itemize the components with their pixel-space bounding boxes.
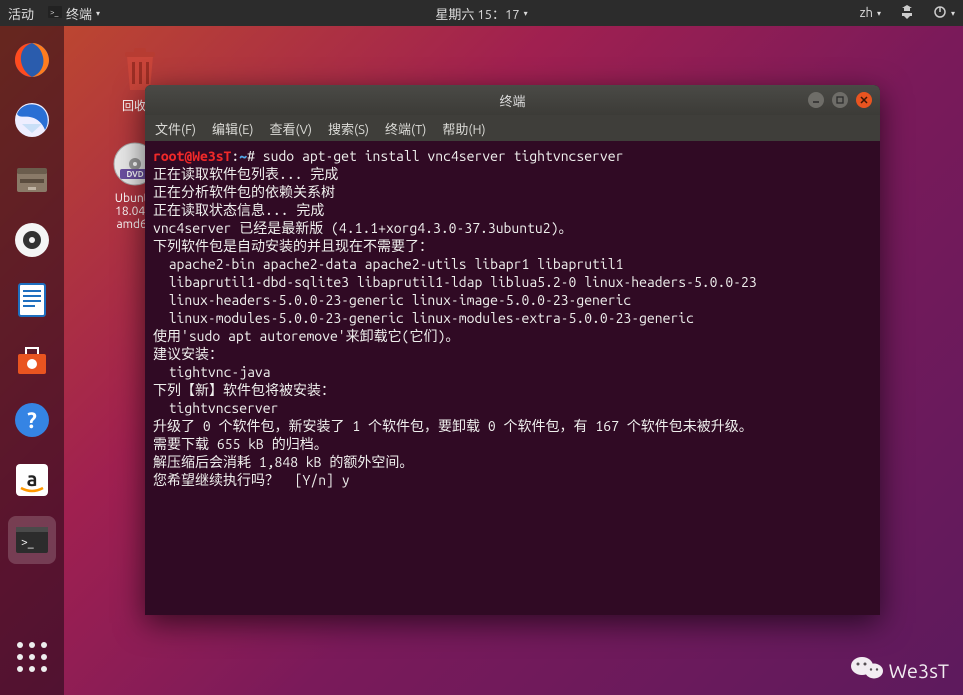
dock-software[interactable] xyxy=(8,336,56,384)
dock-thunderbird[interactable] xyxy=(8,96,56,144)
dock-libreoffice-writer[interactable] xyxy=(8,276,56,324)
dock-files[interactable] xyxy=(8,156,56,204)
titlebar[interactable]: 终端 xyxy=(145,85,880,115)
menu-view[interactable]: 查看(V) xyxy=(270,119,312,138)
terminal-line: 解压缩后会消耗 1,848 kB 的额外空间。 xyxy=(153,453,872,471)
dock-terminal[interactable]: >_ xyxy=(8,516,56,564)
dock-amazon[interactable]: a xyxy=(8,456,56,504)
watermark-text: We3sT xyxy=(889,659,949,682)
terminal-line: 下列【新】软件包将被安装： xyxy=(153,381,872,399)
menu-edit[interactable]: 编辑(E) xyxy=(212,119,253,138)
terminal-small-icon: >_ xyxy=(48,6,62,21)
menu-search[interactable]: 搜索(S) xyxy=(328,119,369,138)
show-applications[interactable] xyxy=(8,633,56,681)
svg-text:?: ? xyxy=(27,408,37,433)
minimize-button[interactable] xyxy=(808,92,824,108)
terminal-line: linux-modules-5.0.0-23-generic linux-mod… xyxy=(153,309,872,327)
clock[interactable]: 星期六 15：17 ▾ xyxy=(435,4,527,23)
input-source[interactable]: zh ▾ xyxy=(860,6,881,20)
system-menu[interactable]: ▾ xyxy=(933,5,955,22)
window-title: 终端 xyxy=(499,91,525,110)
command-text: sudo apt-get install vnc4server tightvnc… xyxy=(263,148,624,164)
terminal-line: tightvnc-java xyxy=(153,363,872,381)
terminal-line: 正在分析软件包的依赖关系树 xyxy=(153,183,872,201)
lang-label: zh xyxy=(860,6,873,20)
svg-text:>_: >_ xyxy=(21,536,34,549)
clock-text: 星期六 15：17 xyxy=(435,4,519,23)
terminal-line: vnc4server 已经是最新版 (4.1.1+xorg4.3.0-37.3u… xyxy=(153,219,872,237)
terminal-line: tightvncserver xyxy=(153,399,872,417)
terminal-line: 使用'sudo apt autoremove'来卸载它(它们)。 xyxy=(153,327,872,345)
terminal-line: libaprutil1-dbd-sqlite3 libaprutil1-ldap… xyxy=(153,273,872,291)
menu-file[interactable]: 文件(F) xyxy=(155,119,196,138)
dock-firefox[interactable] xyxy=(8,36,56,84)
terminal-line: 需要下载 655 kB 的归档。 xyxy=(153,435,872,453)
maximize-button[interactable] xyxy=(832,92,848,108)
svg-text:DVD: DVD xyxy=(126,170,143,179)
terminal-line: 下列软件包是自动安装的并且现在不需要了： xyxy=(153,237,872,255)
terminal-line: 升级了 0 个软件包，新安装了 1 个软件包，要卸载 0 个软件包，有 167 … xyxy=(153,417,872,435)
terminal-line: 正在读取状态信息... 完成 xyxy=(153,201,872,219)
chevron-down-icon: ▾ xyxy=(524,9,528,18)
menu-help[interactable]: 帮助(H) xyxy=(442,119,485,138)
chevron-down-icon: ▾ xyxy=(877,9,881,18)
activities-button[interactable]: 活动 xyxy=(8,4,34,23)
terminal-body[interactable]: root@We3sT:~# sudo apt-get install vnc4s… xyxy=(145,141,880,615)
activities-label: 活动 xyxy=(8,4,34,23)
watermark: We3sT xyxy=(851,655,949,685)
svg-text:a: a xyxy=(27,467,38,490)
menu-terminal[interactable]: 终端(T) xyxy=(385,119,426,138)
app-menu[interactable]: >_ 终端 ▾ xyxy=(48,4,100,23)
chevron-down-icon: ▾ xyxy=(96,9,100,18)
prompt-path: ~ xyxy=(239,148,247,164)
network-indicator[interactable] xyxy=(899,5,915,22)
power-icon xyxy=(933,5,947,22)
terminal-window: 终端 文件(F) 编辑(E) 查看(V) 搜索(S) 终端(T) 帮助(H) r… xyxy=(145,85,880,615)
network-icon xyxy=(899,5,915,22)
prompt-userhost: root@We3sT xyxy=(153,148,231,164)
terminal-line: 正在读取软件包列表... 完成 xyxy=(153,165,872,183)
top-panel: 活动 >_ 终端 ▾ 星期六 15：17 ▾ zh ▾ xyxy=(0,0,963,26)
menubar: 文件(F) 编辑(E) 查看(V) 搜索(S) 终端(T) 帮助(H) xyxy=(145,115,880,141)
terminal-line: linux-headers-5.0.0-23-generic linux-ima… xyxy=(153,291,872,309)
app-menu-label: 终端 xyxy=(66,4,92,23)
svg-text:>_: >_ xyxy=(50,8,59,17)
close-button[interactable] xyxy=(856,92,872,108)
dock-help[interactable]: ? xyxy=(8,396,56,444)
wechat-icon xyxy=(851,655,883,685)
terminal-line: 您希望继续执行吗？ [Y/n] y xyxy=(153,471,872,489)
terminal-line: 建议安装： xyxy=(153,345,872,363)
chevron-down-icon: ▾ xyxy=(951,9,955,18)
dock: ? a >_ xyxy=(0,26,64,695)
dock-rhythmbox[interactable] xyxy=(8,216,56,264)
terminal-line: apache2-bin apache2-data apache2-utils l… xyxy=(153,255,872,273)
